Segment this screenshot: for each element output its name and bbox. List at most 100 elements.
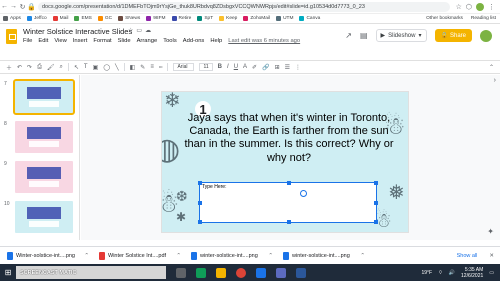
border-dash-icon[interactable]: ┅ <box>159 64 163 71</box>
text-color-icon[interactable]: A <box>243 64 247 70</box>
lock-icon[interactable]: 🔒 <box>27 3 36 11</box>
menu-icon[interactable]: ⋮ <box>488 3 495 11</box>
resize-handle[interactable] <box>198 201 202 205</box>
rotate-handle[interactable] <box>300 190 307 197</box>
menu-add-ons[interactable]: Add-ons <box>183 38 205 44</box>
bookmark-item[interactable]: Apps <box>3 16 21 21</box>
bookmark-item[interactable]: Retire <box>171 16 191 21</box>
font-size-input[interactable]: 11 <box>199 63 213 71</box>
cloud-saved-icon[interactable]: ☁ <box>145 27 151 34</box>
border-color-icon[interactable]: ✎ <box>140 64 145 71</box>
menu-edit[interactable]: Edit <box>38 38 48 44</box>
chevron-up-icon[interactable]: ⌃ <box>84 253 89 259</box>
slide-thumbnail[interactable] <box>15 161 73 193</box>
outlook-icon[interactable] <box>256 267 266 278</box>
undo-icon[interactable]: ↶ <box>17 64 22 71</box>
menu-format[interactable]: Format <box>93 38 111 44</box>
select-icon[interactable]: ↖ <box>74 64 79 71</box>
comments-icon[interactable]: ▤ <box>360 31 368 40</box>
chevron-up-icon[interactable]: ⌃ <box>268 253 273 259</box>
task-view-icon[interactable] <box>176 267 186 278</box>
paint-format-icon[interactable]: 🖌 <box>47 64 55 71</box>
extension-icon[interactable]: ⬡ <box>466 3 472 11</box>
bookmark-item[interactable]: SNews <box>118 16 140 21</box>
align-icon[interactable]: ☰ <box>285 64 290 71</box>
edge-icon[interactable] <box>196 267 206 278</box>
menu-help[interactable]: Help <box>210 38 222 44</box>
windows-start-icon[interactable]: ⊞ <box>0 268 16 277</box>
print-icon[interactable]: ⎙ <box>37 64 42 71</box>
bookmark-item[interactable]: 98FM <box>146 16 166 21</box>
bookmark-item[interactable]: Jeffco <box>26 16 47 21</box>
bold-icon[interactable]: B <box>218 64 222 70</box>
resize-handle[interactable] <box>198 181 202 185</box>
bookmark-item[interactable]: UTM <box>276 16 293 21</box>
chrome-icon[interactable] <box>236 267 246 278</box>
network-icon[interactable]: ⌔ <box>438 270 443 276</box>
chevron-up-icon[interactable]: ⌃ <box>176 253 181 259</box>
close-icon[interactable]: ✕ <box>489 253 494 259</box>
slide-thumbnail-row[interactable]: 9 <box>0 159 80 195</box>
document-title[interactable]: Winter Solstice Interactive Slides <box>23 27 132 36</box>
explore-icon[interactable]: ✦ <box>487 227 494 236</box>
chevron-up-icon[interactable]: ⌃ <box>360 253 365 259</box>
collapse-toolbar-icon[interactable]: ⌃ <box>489 64 494 71</box>
reload-icon[interactable]: ↻ <box>18 3 27 11</box>
highlight-icon[interactable]: ✐ <box>252 64 257 71</box>
bookmark-item[interactable]: Mail <box>52 16 68 21</box>
bookmark-item[interactable]: EMS <box>74 16 92 21</box>
slideshow-button[interactable]: ▶ Slideshow ▾ <box>375 29 427 42</box>
resize-handle[interactable] <box>374 201 378 205</box>
download-item[interactable]: Winter-solstice-int....png ⌃ <box>4 250 92 262</box>
resize-handle[interactable] <box>374 220 378 224</box>
more-icon[interactable]: ⋮ <box>295 64 301 71</box>
download-item[interactable]: Winter Solstice Int....pdf ⌃ <box>96 250 184 262</box>
move-folder-icon[interactable]: ▭ <box>136 27 142 34</box>
font-select[interactable]: Arial <box>173 63 195 71</box>
image-icon[interactable]: ▣ <box>93 64 99 71</box>
forward-icon[interactable]: → <box>9 3 18 10</box>
bookmark-item[interactable]: ZohoMail <box>243 16 270 21</box>
line-icon[interactable]: ╲ <box>115 64 119 71</box>
zoom-icon[interactable]: ⌕ <box>60 64 63 71</box>
fill-color-icon[interactable]: ◧ <box>130 64 136 71</box>
other-bookmarks-folder[interactable]: Other bookmarks <box>426 16 463 21</box>
slides-logo-icon[interactable] <box>6 29 17 44</box>
resize-handle[interactable] <box>198 220 202 224</box>
back-icon[interactable]: ← <box>0 3 9 10</box>
current-slide[interactable]: ❄ ◍ ☃ ❅ ☃ ❆ ☃ ✱ 1 Jaya says that when it… <box>161 91 409 233</box>
star-icon[interactable]: ☆ <box>128 27 133 34</box>
volume-icon[interactable]: 🔊 <box>449 270 455 276</box>
resize-handle[interactable] <box>287 220 291 224</box>
redo-icon[interactable]: ↷ <box>27 64 32 71</box>
slide-thumbnail[interactable] <box>15 201 73 233</box>
explorer-icon[interactable] <box>216 267 226 278</box>
show-all-link[interactable]: Show all <box>457 253 478 259</box>
weather-temp[interactable]: 19°F <box>421 270 432 276</box>
chevron-down-icon[interactable]: ▾ <box>418 32 421 39</box>
underline-icon[interactable]: U <box>234 64 238 70</box>
italic-icon[interactable]: I <box>227 64 229 70</box>
slide-thumbnail-row[interactable]: 7 <box>0 79 80 115</box>
slide-thumbnail[interactable] <box>15 121 73 153</box>
textbox-icon[interactable]: T <box>84 64 88 70</box>
border-weight-icon[interactable]: ≡ <box>150 64 154 70</box>
reading-list[interactable]: Reading list <box>471 16 496 21</box>
answer-textbox[interactable]: Type Here: <box>198 181 378 224</box>
url-input[interactable]: docs.google.com/presentation/d/1DMEFbTOj… <box>38 1 450 12</box>
taskbar-search[interactable]: SCREENCAST MATIC <box>16 266 166 279</box>
link-icon[interactable]: 🔗 <box>262 64 269 71</box>
comment-add-icon[interactable]: ⊞ <box>275 64 280 71</box>
bookmark-item[interactable]: Keep <box>219 16 237 21</box>
menu-insert[interactable]: Insert <box>73 38 88 44</box>
account-avatar[interactable] <box>480 29 492 42</box>
clock[interactable]: 5:35 AM 12/6/2021 <box>461 267 483 279</box>
collapse-panel-icon[interactable]: › <box>494 77 496 84</box>
menu-tools[interactable]: Tools <box>163 38 177 44</box>
star-icon[interactable]: ☆ <box>456 3 462 11</box>
last-edit-link[interactable]: Last edit was 6 minutes ago <box>228 38 300 44</box>
menu-slide[interactable]: Slide <box>118 38 131 44</box>
resize-handle[interactable] <box>287 181 291 185</box>
resize-handle[interactable] <box>374 181 378 185</box>
bookmark-item[interactable]: GC <box>97 16 112 21</box>
